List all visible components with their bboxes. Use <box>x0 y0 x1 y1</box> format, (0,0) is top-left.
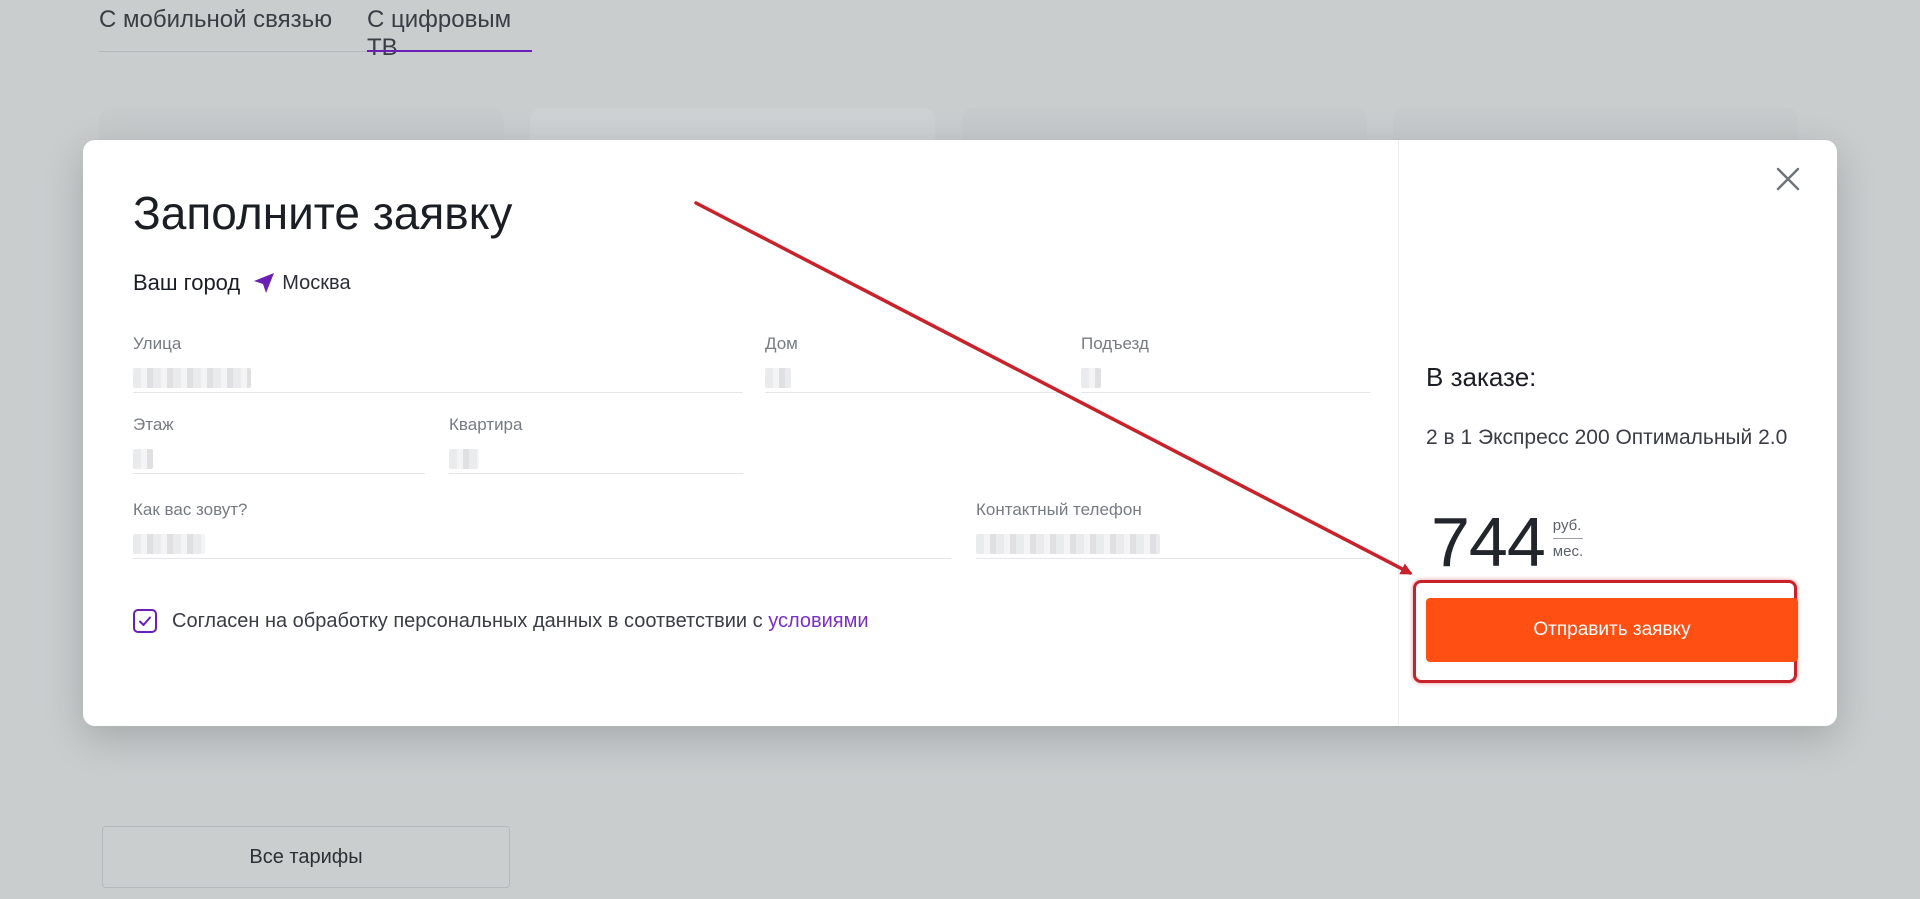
application-modal: Заполните заявку Ваш город Москва Улица … <box>83 140 1837 726</box>
apartment-input[interactable] <box>449 443 743 474</box>
floor-label: Этаж <box>133 415 174 434</box>
submit-application-button[interactable]: Отправить заявку <box>1426 598 1798 662</box>
consent-row: Согласен на обработку персональных данны… <box>133 609 869 633</box>
order-title: В заказе: <box>1426 362 1537 392</box>
city-row: Ваш город Москва <box>133 270 351 296</box>
redacted-value <box>449 449 479 469</box>
city-value[interactable]: Москва <box>282 272 350 295</box>
apartment-label: Квартира <box>449 415 523 434</box>
name-label: Как вас зовут? <box>133 500 248 519</box>
close-icon[interactable] <box>1771 162 1805 196</box>
price-period: мес. <box>1552 543 1584 560</box>
redacted-value <box>1081 368 1101 388</box>
floor-field: Этаж <box>133 415 425 474</box>
city-label: Ваш город <box>133 270 241 295</box>
redacted-value <box>133 368 251 388</box>
phone-field: Контактный телефон <box>976 500 1370 559</box>
consent-text-main: Согласен на обработку персональных данны… <box>172 609 769 632</box>
house-field: Дом <box>765 334 1060 393</box>
entrance-input[interactable] <box>1081 362 1370 393</box>
floor-input[interactable] <box>133 443 425 474</box>
tab-mobile[interactable]: С мобильной связью <box>99 0 367 52</box>
redacted-value <box>765 368 791 388</box>
name-field: Как вас зовут? <box>133 500 951 559</box>
name-input[interactable] <box>133 528 951 559</box>
modal-divider <box>1398 140 1399 726</box>
entrance-field: Подъезд <box>1081 334 1370 393</box>
house-input[interactable] <box>765 362 1060 393</box>
apartment-field: Квартира <box>449 415 743 474</box>
order-item-name: 2 в 1 Экспресс 200 Оптимальный 2.0 <box>1426 426 1788 449</box>
street-field: Улица <box>133 334 743 393</box>
phone-label: Контактный телефон <box>976 500 1142 519</box>
consent-terms-link[interactable]: условиями <box>768 610 868 632</box>
price-block: 744 руб. мес. <box>1431 502 1584 582</box>
price-currency: руб. <box>1552 516 1584 539</box>
redacted-value <box>976 534 1160 554</box>
entrance-label: Подъезд <box>1081 334 1149 353</box>
consent-text: Согласен на обработку персональных данны… <box>172 610 869 633</box>
tariff-tabs: С мобильной связью С цифровым ТВ <box>99 0 532 61</box>
price-value: 744 <box>1431 503 1546 581</box>
all-tariffs-button[interactable]: Все тарифы <box>102 826 510 888</box>
tab-digital-tv[interactable]: С цифровым ТВ <box>367 0 532 61</box>
redacted-value <box>133 534 205 554</box>
street-label: Улица <box>133 334 182 353</box>
house-label: Дом <box>765 334 798 353</box>
consent-checkbox[interactable] <box>133 609 157 633</box>
modal-title: Заполните заявку <box>133 187 513 239</box>
location-arrow-icon[interactable] <box>252 271 276 295</box>
redacted-value <box>133 449 153 469</box>
price-unit: руб. мес. <box>1552 516 1584 562</box>
check-icon <box>139 616 151 626</box>
